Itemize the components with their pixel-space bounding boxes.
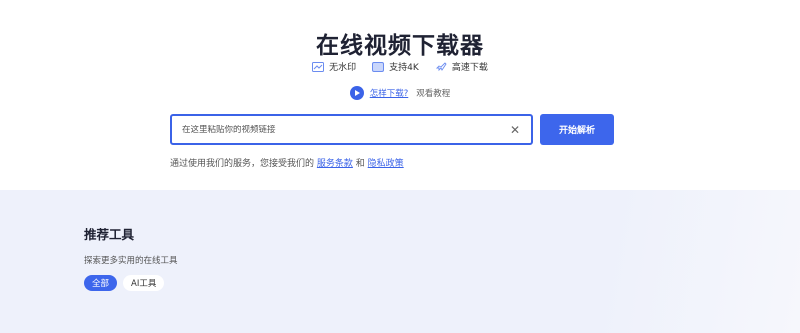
hero-section: 在线视频下载器 无水印 支持4K 高速下载 怎样下载? 观看教程 在这里粘贴你的… xyxy=(0,0,800,190)
video-url-input[interactable] xyxy=(182,124,509,135)
chip-all[interactable]: 全部 xyxy=(84,275,118,291)
feature-fast-download: 高速下载 xyxy=(435,60,488,73)
howto-row: 怎样下载? 观看教程 xyxy=(0,86,800,100)
chip-ai-tools[interactable]: AI工具 xyxy=(123,275,165,291)
feature-label: 无水印 xyxy=(329,63,357,73)
play-icon[interactable] xyxy=(349,86,364,100)
terms-prefix: 通过使用我们的服务，您接受我们的 xyxy=(170,159,315,169)
section-title: 推荐工具 xyxy=(84,227,135,242)
no-watermark-icon xyxy=(312,61,325,72)
feature-label: 支持4K xyxy=(389,63,419,73)
search-box: ✕ xyxy=(170,114,533,145)
rocket-icon xyxy=(435,61,447,72)
terms-notice: 通过使用我们的服务，您接受我们的 服务条款 和 隐私政策 xyxy=(170,156,404,169)
feature-label: 高速下载 xyxy=(451,63,488,73)
section-subtitle: 探索更多实用的在线工具 xyxy=(84,256,178,266)
terms-joiner: 和 xyxy=(355,159,365,169)
close-icon[interactable]: ✕ xyxy=(509,123,521,137)
recommended-tools-section: 推荐工具 探索更多实用的在线工具 全部 AI工具 xyxy=(0,190,800,333)
privacy-policy-link[interactable]: 隐私政策 xyxy=(368,159,404,169)
start-parse-button[interactable]: 开始解析 xyxy=(540,114,614,145)
feature-list: 无水印 支持4K 高速下载 xyxy=(0,60,800,73)
4k-icon xyxy=(372,61,385,72)
feature-4k: 支持4K xyxy=(372,60,419,73)
howto-text: 观看教程 xyxy=(416,89,451,99)
feature-no-watermark: 无水印 xyxy=(312,60,356,73)
page-title: 在线视频下载器 xyxy=(316,33,484,59)
terms-of-service-link[interactable]: 服务条款 xyxy=(317,159,353,169)
howto-link[interactable]: 怎样下载? xyxy=(370,87,409,99)
filter-chips: 全部 AI工具 xyxy=(84,275,165,291)
